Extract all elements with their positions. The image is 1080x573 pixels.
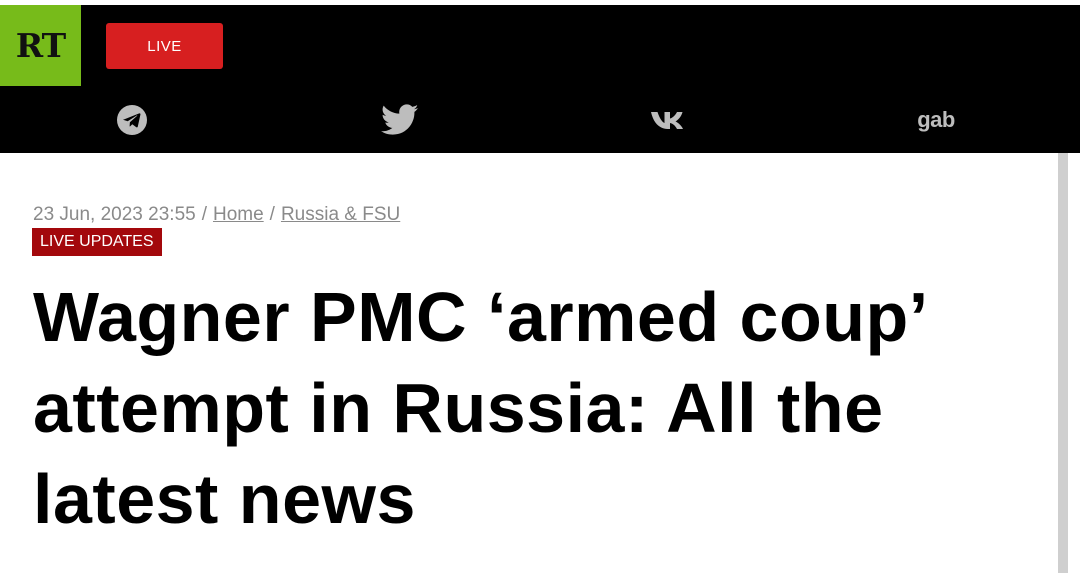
breadcrumb-home-link[interactable]: Home [213,204,264,225]
scrollbar[interactable] [1058,153,1068,573]
gab-icon: gab [917,107,955,132]
twitter-link[interactable] [380,100,420,140]
article-title: Wagner PMC ‘armed coup’ attempt in Russi… [33,278,925,538]
publish-date: 23 Jun, 2023 23:55 [33,204,196,225]
live-button[interactable]: LIVE [106,23,223,69]
vk-icon [651,112,683,129]
breadcrumb-russia-fsu-link[interactable]: Russia & FSU [281,204,400,225]
breadcrumb-separator: / [269,204,275,225]
vk-link[interactable] [648,100,688,140]
breadcrumb-separator: / [201,204,207,225]
gab-link[interactable]: gab [913,100,959,140]
telegram-link[interactable] [112,100,152,140]
rt-logo[interactable]: RT [0,5,81,86]
twitter-icon [381,104,419,135]
live-updates-badge: LIVE UPDATES [32,228,162,256]
logo-text: RT [15,26,66,65]
telegram-icon [117,105,147,135]
article-meta: 23 Jun, 2023 23:55/Home / Russia & FSU [33,204,400,226]
